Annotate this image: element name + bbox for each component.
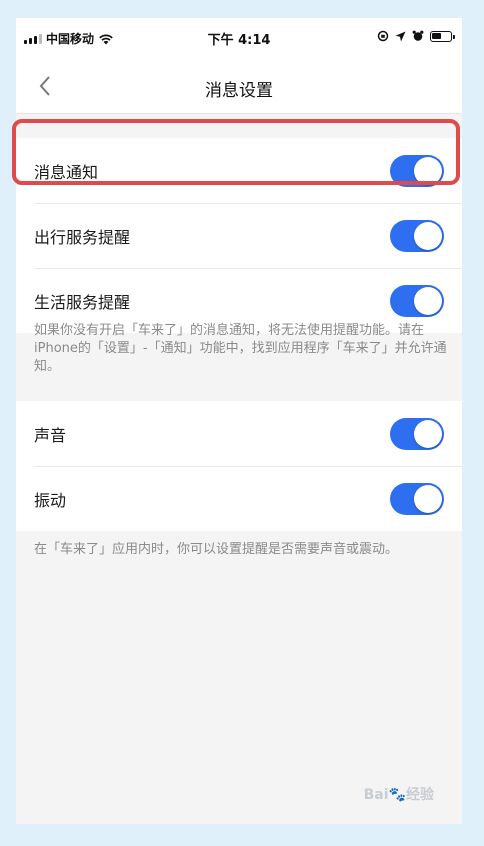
row-label: 振动: [34, 490, 67, 510]
toggle-knob: [414, 222, 442, 250]
row-travel-reminder: 出行服务提醒: [16, 203, 462, 268]
battery-icon: [430, 30, 455, 42]
message-notification-toggle[interactable]: [390, 155, 444, 187]
life-reminder-toggle[interactable]: [390, 285, 444, 317]
watermark-logo: Bai🐾经验: [363, 787, 434, 803]
page-title: 消息设置: [205, 81, 273, 101]
row-label: 生活服务提醒: [34, 292, 131, 312]
rotation-lock-icon: [377, 30, 389, 42]
row-sound: 声音: [16, 401, 462, 466]
toggle-knob: [414, 157, 442, 185]
status-right: [377, 30, 455, 42]
location-icon: [395, 31, 406, 42]
nav-bar: 消息设置: [16, 58, 462, 114]
row-label: 消息通知: [34, 162, 99, 182]
sound-note: 在「车来了」应用内时，你可以设置提醒是否需要声音或震动。: [34, 542, 399, 557]
row-label: 声音: [34, 425, 67, 445]
travel-reminder-toggle[interactable]: [390, 220, 444, 252]
notification-note: 如果你没有开启「车来了」的消息通知，将无法使用提醒功能。请在iPhone的「设置…: [34, 323, 447, 374]
status-bar: 中国移动 下午 4:14: [16, 18, 462, 58]
phone-screen: 中国移动 下午 4:14 消息设置 消息通知 出行服务提醒 生活服务提醒 如果你…: [16, 18, 462, 824]
row-label: 出行服务提醒: [34, 227, 131, 247]
sound-group: 声音 振动: [16, 401, 462, 531]
toggle-knob: [414, 485, 442, 513]
row-message-notification: 消息通知: [16, 138, 462, 203]
toggle-knob: [414, 287, 442, 315]
sound-toggle[interactable]: [390, 418, 444, 450]
vibration-toggle[interactable]: [390, 483, 444, 515]
toggle-knob: [414, 420, 442, 448]
notification-group: 消息通知 出行服务提醒 生活服务提醒: [16, 138, 462, 333]
alarm-icon: [412, 30, 424, 42]
row-vibration: 振动: [16, 466, 462, 531]
